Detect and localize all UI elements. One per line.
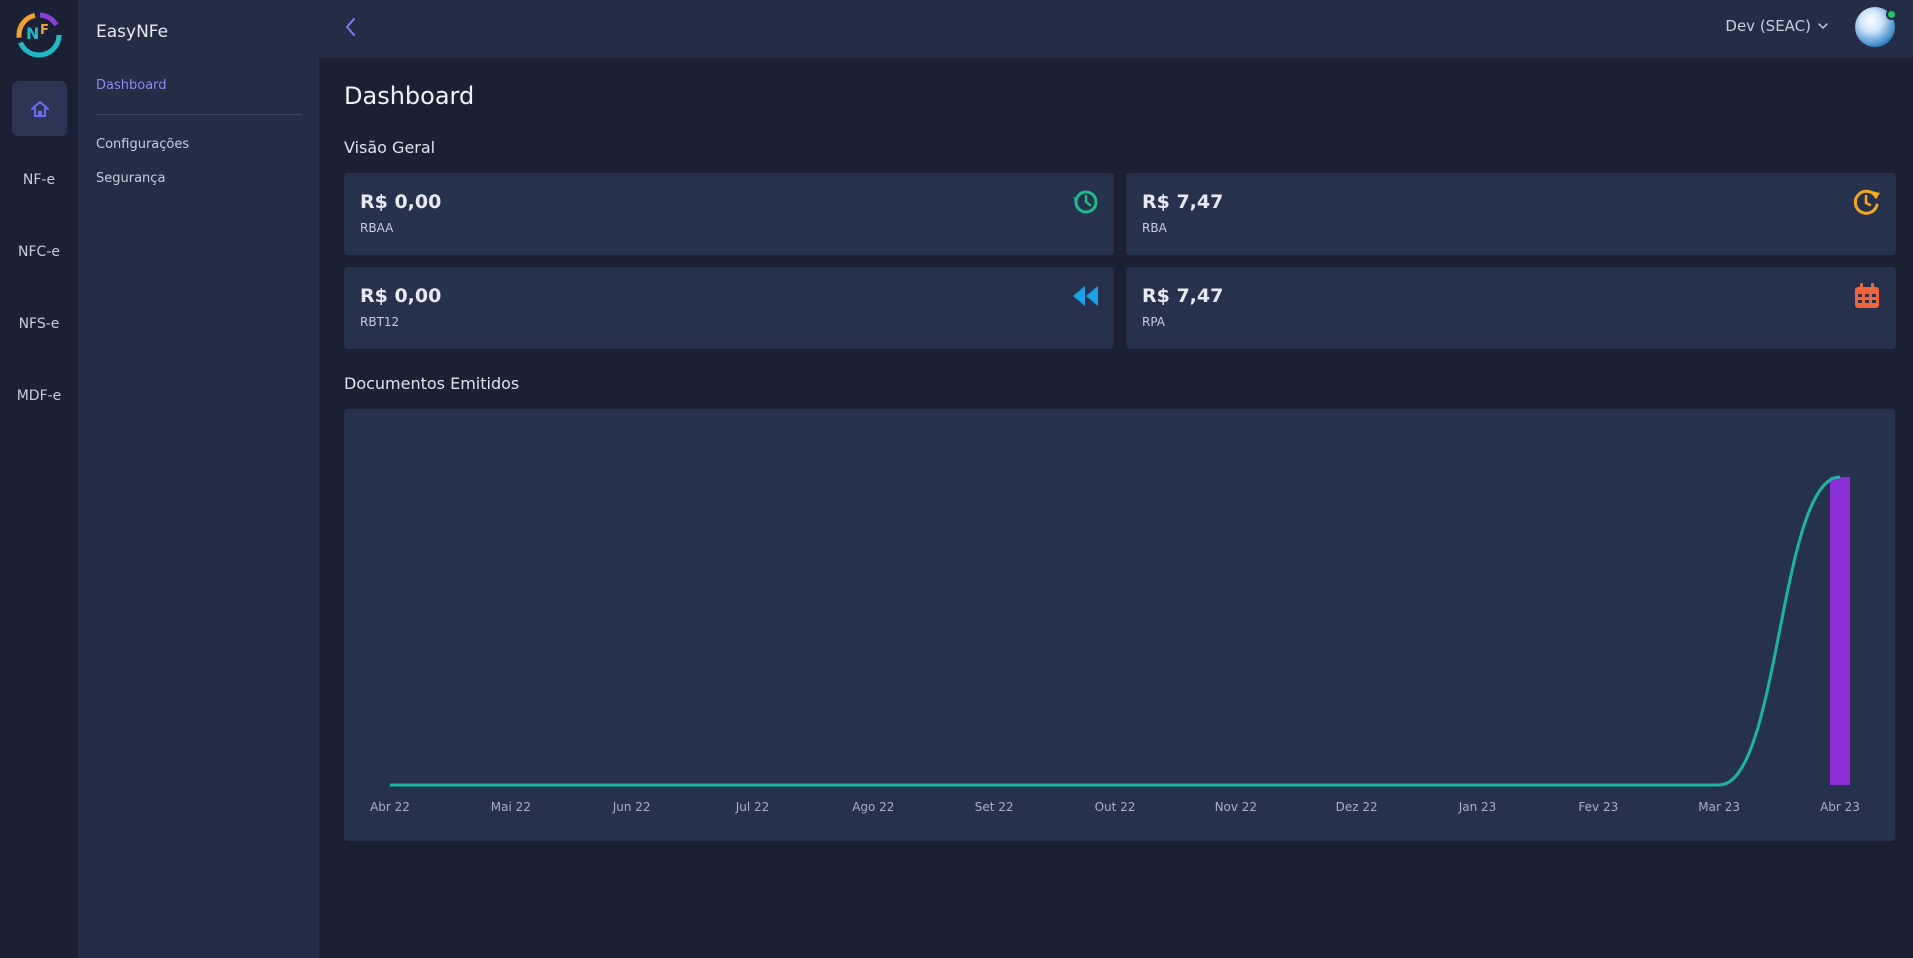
sidebar-item-configuracoes[interactable]: Configurações — [96, 137, 189, 152]
documents-chart-svg: Abr 22 Mai 22 Jun 22 Jul 22 Ago 22 Set 22 Out … — [370, 475, 1860, 814]
svg-text:F: F — [40, 23, 49, 38]
x-tick-label: Jan 23 — [1458, 800, 1497, 814]
left-rail: N F NF-e NFC-e NFS-e MDF-e — [0, 0, 78, 958]
calendar-icon — [1855, 283, 1879, 308]
sidebar-divider — [96, 114, 302, 115]
org-selector-label: Dev (SEAC) — [1725, 17, 1811, 35]
card-label: RBAA — [360, 221, 394, 235]
chart-bar-abr-23 — [1830, 477, 1850, 785]
x-tick-label: Abr 23 — [1820, 800, 1860, 814]
x-tick-label: Abr 22 — [370, 800, 410, 814]
card-label: RBA — [1142, 221, 1167, 235]
x-tick-label: Out 22 — [1095, 800, 1136, 814]
rail-item-nfce[interactable]: NFC-e — [0, 244, 78, 260]
back-chevron-icon[interactable] — [341, 16, 361, 38]
card-rbt12: R$ 0,00 RBT12 — [344, 267, 1114, 349]
history-icon — [1073, 190, 1098, 214]
rail-item-nfse[interactable]: NFS-e — [0, 316, 78, 332]
svg-text:N: N — [26, 24, 39, 43]
clock-refresh-icon — [1853, 189, 1880, 215]
rail-item-mdfe[interactable]: MDF-e — [0, 388, 78, 404]
documents-chart: Abr 22 Mai 22 Jun 22 Jul 22 Ago 22 Set 22 Out … — [344, 409, 1895, 841]
x-tick-label: Dez 22 — [1336, 800, 1378, 814]
user-avatar[interactable] — [1855, 7, 1897, 47]
overview-title: Visão Geral — [344, 138, 436, 157]
card-rbaa: R$ 0,00 RBAA — [344, 173, 1114, 255]
home-icon — [30, 100, 49, 117]
online-status-dot — [1886, 9, 1897, 20]
sidebar-item-dashboard[interactable]: Dashboard — [96, 78, 167, 93]
card-value: R$ 0,00 — [360, 285, 442, 307]
page-title: Dashboard — [344, 82, 475, 110]
documents-title: Documentos Emitidos — [344, 374, 520, 393]
app-name: EasyNFe — [96, 22, 169, 42]
x-tick-label: Jul 22 — [735, 800, 770, 814]
rewind-icon — [1073, 286, 1098, 306]
card-rpa: R$ 7,47 RPA — [1126, 267, 1896, 349]
org-selector[interactable]: Dev (SEAC) — [1725, 17, 1829, 35]
card-value: R$ 7,47 — [1142, 285, 1224, 307]
card-rba: R$ 7,47 RBA — [1126, 173, 1896, 255]
top-header: Dev (SEAC) — [319, 0, 1913, 58]
rail-item-nfe[interactable]: NF-e — [0, 172, 78, 188]
x-tick-label: Mai 22 — [491, 800, 531, 814]
card-value: R$ 0,00 — [360, 191, 442, 213]
home-button[interactable] — [12, 81, 67, 136]
easynfe-logo[interactable]: N F — [16, 12, 62, 58]
x-tick-label: Fev 23 — [1578, 800, 1618, 814]
x-tick-label: Nov 22 — [1215, 800, 1258, 814]
sidebar-item-seguranca[interactable]: Segurança — [96, 171, 165, 186]
card-label: RPA — [1142, 315, 1166, 329]
x-tick-label: Jun 22 — [612, 800, 651, 814]
x-tick-label: Set 22 — [975, 800, 1014, 814]
x-tick-label: Mar 23 — [1698, 800, 1740, 814]
card-label: RBT12 — [360, 315, 400, 329]
chart-line-series — [390, 475, 1841, 787]
sidebar: EasyNFe Dashboard Configurações Seguranç… — [78, 0, 319, 958]
x-tick-label: Ago 22 — [852, 800, 894, 814]
chevron-down-icon — [1818, 23, 1828, 30]
card-value: R$ 7,47 — [1142, 191, 1224, 213]
